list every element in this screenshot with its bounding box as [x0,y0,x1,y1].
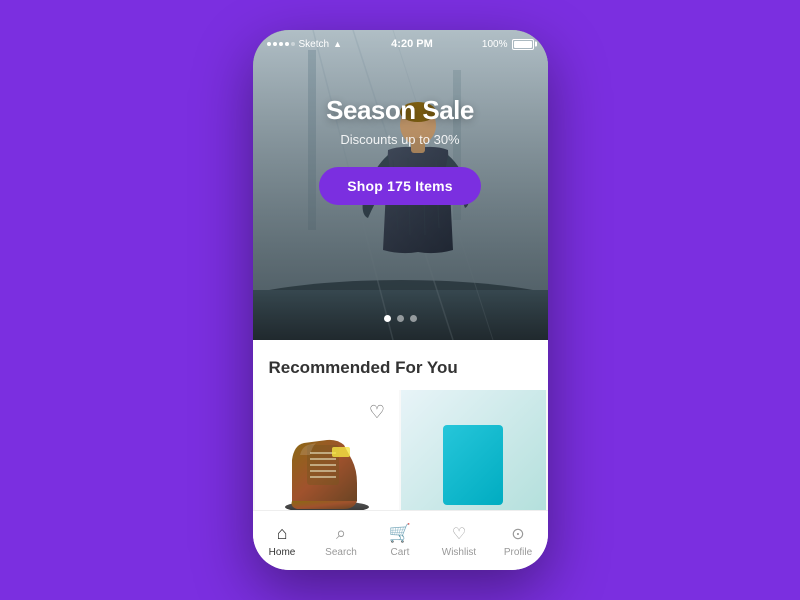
hero-section: Sketch ▲ 4:20 PM 100% Season Sale Discou… [253,30,548,340]
shop-now-button[interactable]: Shop 175 Items [319,167,481,205]
hero-title: Season Sale [326,95,474,126]
nav-item-wishlist[interactable]: ♡ Wishlist [437,524,481,558]
boot-image [272,425,382,510]
cart-icon: 🛒 [389,523,411,544]
battery-fill [514,41,532,48]
nav-label-cart: Cart [391,547,410,558]
product-card-2[interactable] [401,390,546,510]
nav-item-search[interactable]: ⌕ Search [319,523,363,558]
signal-dots [267,42,295,46]
nav-label-home: Home [269,547,296,558]
wifi-icon: ▲ [333,39,342,49]
carousel-dot-3[interactable] [410,315,417,322]
status-left: Sketch ▲ [267,39,343,50]
phone-frame: Sketch ▲ 4:20 PM 100% Season Sale Discou… [253,30,548,570]
carousel-dot-2[interactable] [397,315,404,322]
product-teaser-image [443,425,503,505]
hero-content: Season Sale Discounts up to 30% Shop 175… [253,95,548,205]
heart-icon-1: ♡ [369,402,385,423]
bottom-nav: ⌂ Home ⌕ Search 🛒 Cart ♡ Wishlist ⊙ Prof… [253,510,548,570]
hero-subtitle: Discounts up to 30% [340,132,459,147]
search-icon: ⌕ [336,523,346,544]
status-right: 100% [482,39,534,50]
product-row: ♡ [253,390,548,510]
nav-item-home[interactable]: ⌂ Home [260,523,304,558]
carrier-name: Sketch [299,39,330,50]
battery-percent: 100% [482,39,508,50]
boot-svg [272,425,382,510]
status-bar: Sketch ▲ 4:20 PM 100% [253,30,548,54]
home-icon: ⌂ [277,523,288,544]
body-content: Recommended For You ♡ [253,340,548,510]
battery-icon [512,39,534,50]
status-time: 4:20 PM [391,38,433,50]
product-card-1[interactable]: ♡ [255,390,400,510]
carousel-dot-1[interactable] [384,315,391,322]
nav-item-cart[interactable]: 🛒 Cart [378,523,422,558]
profile-icon: ⊙ [511,524,524,544]
nav-item-profile[interactable]: ⊙ Profile [496,524,540,558]
nav-label-wishlist: Wishlist [442,547,476,558]
nav-label-profile: Profile [504,547,532,558]
carousel-dots [253,315,548,322]
nav-label-search: Search [325,547,357,558]
recommended-section-title: Recommended For You [253,340,548,390]
wishlist-button-1[interactable]: ♡ [363,398,391,426]
wishlist-icon: ♡ [452,524,466,544]
